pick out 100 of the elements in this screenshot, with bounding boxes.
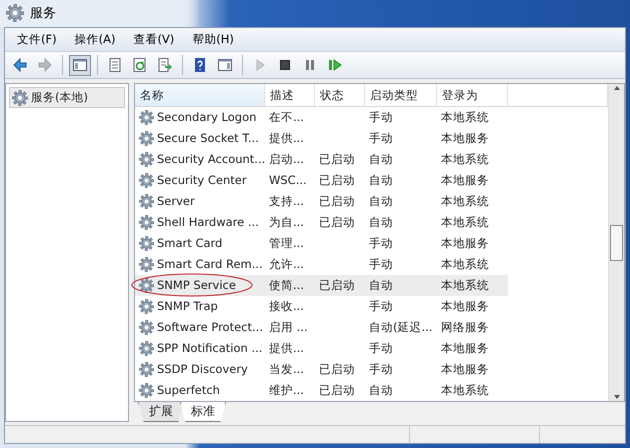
service-name[interactable]: Smart Card (157, 234, 222, 252)
properties-icon (107, 57, 123, 73)
export-icon (157, 57, 173, 73)
table-cell: 本地系统 (441, 194, 489, 208)
table-cell: 管理... (269, 236, 304, 250)
gear-icon (12, 90, 28, 106)
table-cell: 自动 (369, 214, 393, 229)
table-cell: 维护... (269, 382, 304, 397)
scroll-thumb[interactable] (610, 224, 623, 260)
gear-icon (139, 362, 154, 377)
gear-icon (139, 341, 154, 356)
service-name[interactable]: Smart Card Rem... (157, 256, 263, 274)
table-cell: 手动 (369, 236, 393, 250)
table-cell: 本地服务 (441, 362, 489, 376)
table-cell: 允许... (269, 256, 304, 271)
gear-icon (139, 299, 154, 314)
table-cell: 已启动 (319, 382, 355, 397)
service-name[interactable]: Security Account... (157, 150, 266, 168)
column-header[interactable]: 名称 (135, 84, 265, 106)
table-cell: 手动 (369, 256, 393, 271)
gear-icon (139, 215, 154, 230)
forward-arrow-icon (37, 57, 53, 73)
menu-item[interactable]: 操作(A) (66, 30, 124, 49)
menu-item[interactable]: 帮助(H) (184, 30, 242, 49)
menu-item[interactable]: 查看(V) (125, 30, 182, 49)
gear-icon (139, 194, 154, 209)
table-cell: 本地服务 (441, 130, 489, 145)
table-cell: 本地系统 (441, 256, 489, 271)
gear-icon (139, 383, 154, 398)
table-cell: 本地服务 (441, 172, 489, 187)
gear-icon (139, 173, 154, 188)
table-cell: 自动 (369, 194, 393, 208)
help-icon (192, 57, 208, 73)
service-name[interactable]: SPP Notification ... (157, 340, 262, 358)
menu-item[interactable]: 文件(F) (9, 30, 65, 49)
table-cell: 本地系统 (441, 214, 489, 229)
table-cell: 网络服务 (441, 320, 489, 334)
scrollbar[interactable] (608, 84, 624, 401)
gear-icon (139, 257, 154, 272)
gear-icon (139, 278, 154, 293)
table-cell: 已启动 (319, 172, 355, 187)
service-name[interactable]: Secure Socket T... (157, 130, 259, 148)
table-cell: 提供... (269, 130, 304, 145)
table-cell: 自动 (369, 382, 393, 397)
table-cell: 自动(延迟... (369, 320, 432, 334)
service-name[interactable]: Security Center (157, 172, 247, 190)
refresh-icon (132, 57, 148, 73)
table-cell: 已启动 (319, 194, 355, 208)
service-name[interactable]: SSDP Discovery (157, 360, 248, 378)
table-cell: 接收... (269, 298, 304, 313)
table-cell: 本地系统 (441, 152, 489, 166)
table-cell: 使简... (269, 278, 304, 292)
table-cell: 已启动 (319, 362, 355, 376)
back-arrow-icon (12, 57, 28, 73)
gear-icon (139, 236, 154, 251)
view-tab[interactable]: 标准 (180, 402, 226, 422)
service-name[interactable]: Superfetch (157, 382, 220, 400)
gear-icon (139, 131, 154, 146)
table-cell: 为自... (269, 214, 304, 229)
table-cell: 自动 (369, 152, 393, 166)
tree-item[interactable]: 服务(本地) (9, 87, 125, 108)
gear-icon (139, 110, 154, 125)
table-cell: 本地服务 (441, 236, 489, 250)
service-name[interactable]: Software Protect... (157, 318, 263, 336)
table-cell: 手动 (369, 110, 393, 124)
gear-icon (139, 152, 154, 167)
table-cell: 已启动 (319, 214, 355, 229)
table-cell: 提供... (269, 340, 304, 355)
table-cell: 启动... (269, 152, 304, 166)
toolbar-button[interactable] (69, 54, 91, 76)
view-tab[interactable]: 扩展 (138, 402, 184, 422)
gear-icon (6, 4, 24, 22)
window-title: 服务 (30, 4, 56, 23)
table-cell: 本地服务 (441, 340, 489, 355)
table-cell: 支持... (269, 194, 304, 208)
table-cell: WSC... (269, 172, 307, 187)
table-cell: 自动 (369, 278, 393, 292)
stop-icon (277, 57, 293, 73)
service-name[interactable]: Shell Hardware ... (157, 214, 259, 232)
table-cell: 在不... (269, 110, 304, 124)
table-cell: 手动 (369, 340, 393, 355)
table-cell: 本地系统 (441, 110, 489, 124)
table-cell: 手动 (369, 298, 393, 313)
pane-toggle-icon (72, 57, 88, 73)
service-name[interactable]: Secondary Logon (157, 108, 256, 126)
table-cell: 手动 (369, 130, 393, 145)
table-cell: 本地系统 (441, 382, 489, 397)
table-cell: 本地服务 (441, 298, 489, 313)
scroll-up-icon[interactable] (612, 84, 620, 92)
service-name[interactable]: SNMP Trap (157, 298, 218, 316)
action-pane-icon (217, 57, 233, 73)
service-name[interactable]: Server (157, 192, 195, 210)
table-cell: 自动 (369, 172, 393, 187)
gear-icon (139, 320, 154, 335)
table-cell: 启用 ... (269, 320, 308, 334)
scroll-down-icon[interactable] (612, 393, 620, 401)
table-cell: 手动 (369, 362, 393, 376)
table-cell: 当发... (269, 362, 304, 376)
resume-icon (327, 57, 343, 73)
table-cell: 已启动 (319, 278, 355, 292)
